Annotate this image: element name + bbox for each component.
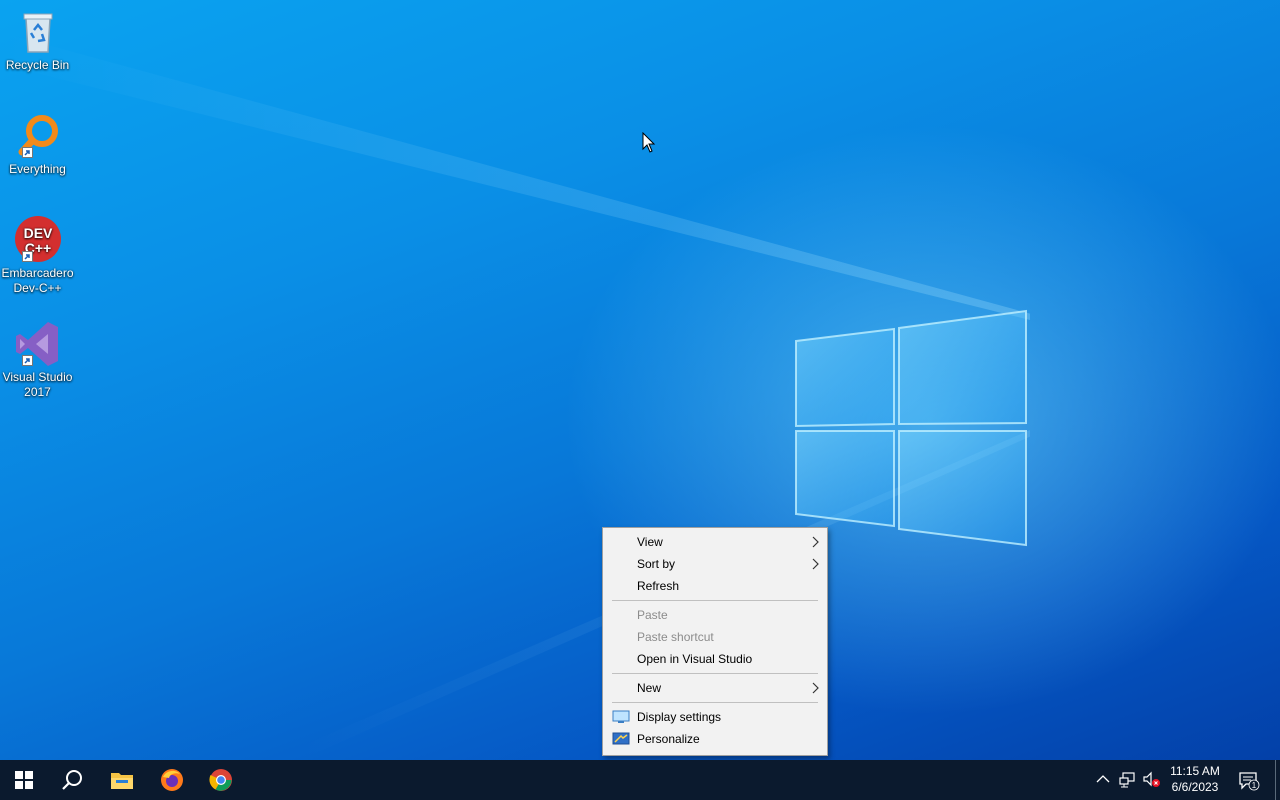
desktop-icon-label: 2017 — [24, 385, 51, 399]
start-button[interactable] — [0, 760, 48, 800]
taskbar-clock[interactable]: 11:15 AM 6/6/2023 — [1166, 763, 1224, 795]
menu-item-display-settings[interactable]: Display settings — [603, 706, 827, 728]
visual-studio-icon — [14, 320, 62, 368]
everything-search-icon — [14, 112, 62, 160]
menu-item-refresh[interactable]: Refresh — [603, 575, 827, 597]
desktop-icon-label: Recycle Bin — [5, 58, 70, 72]
volume-muted-icon[interactable] — [1142, 771, 1162, 789]
desktop-icon-label: Embarcadero — [1, 266, 74, 280]
shortcut-arrow-icon — [21, 147, 33, 158]
menu-item-label: View — [637, 535, 663, 549]
chrome-button[interactable] — [197, 760, 245, 800]
menu-item-label: Refresh — [637, 579, 680, 593]
desktop-icon-label: Visual Studio — [2, 370, 73, 384]
recycle-bin-icon — [14, 8, 62, 56]
clock-date: 6/6/2023 — [1171, 780, 1219, 794]
firefox-icon — [161, 769, 183, 791]
dev-cpp-icon: DEV C++ — [14, 216, 62, 264]
search-button[interactable] — [48, 760, 96, 800]
menu-item-label: Display settings — [637, 710, 722, 724]
desktop-icon-label: Dev-C++ — [13, 281, 62, 295]
chevron-right-icon — [812, 558, 819, 570]
desktop-icon-visual-studio[interactable]: Visual Studio 2017 — [0, 320, 75, 400]
menu-item-label: Personalize — [637, 732, 700, 746]
show-desktop-button[interactable] — [1275, 760, 1280, 800]
menu-item-paste-shortcut[interactable]: Paste shortcut — [603, 626, 827, 648]
light-beam — [0, 32, 1030, 320]
taskbar: 11:15 AM 6/6/2023 1 — [0, 760, 1280, 800]
file-explorer-icon — [111, 773, 133, 789]
menu-item-paste[interactable]: Paste — [603, 604, 827, 626]
desktop-icon-recycle-bin[interactable]: Recycle Bin — [0, 8, 75, 73]
desktop-context-menu: View Sort by Refresh Paste Paste shortcu… — [602, 527, 828, 756]
start-icon — [15, 771, 33, 789]
menu-item-view[interactable]: View — [603, 531, 827, 553]
menu-item-open-in-visual-studio[interactable]: Open in Visual Studio — [603, 648, 827, 670]
menu-item-label: Paste — [637, 608, 668, 622]
chevron-up-icon[interactable] — [1096, 774, 1110, 784]
chrome-icon — [209, 769, 232, 791]
notification-count: 1 — [1252, 781, 1257, 790]
display-settings-icon — [612, 710, 630, 723]
menu-item-new[interactable]: New — [603, 677, 827, 699]
network-icon[interactable] — [1118, 771, 1136, 789]
dev-cpp-icon-text: DEV — [23, 225, 52, 241]
menu-separator — [612, 600, 818, 601]
menu-item-label: Paste shortcut — [637, 630, 714, 644]
menu-item-label: Sort by — [637, 557, 676, 571]
notifications-icon[interactable]: 1 — [1238, 771, 1260, 791]
menu-item-label: New — [637, 681, 662, 695]
shortcut-arrow-icon — [21, 251, 33, 262]
chevron-right-icon — [812, 682, 819, 694]
mouse-cursor-icon — [642, 132, 656, 153]
menu-item-personalize[interactable]: Personalize — [603, 728, 827, 750]
desktop-icon-everything[interactable]: Everything — [0, 112, 75, 177]
clock-time: 11:15 AM — [1170, 764, 1220, 778]
menu-item-sort-by[interactable]: Sort by — [603, 553, 827, 575]
chevron-right-icon — [812, 536, 819, 548]
desktop-icon-label: Everything — [9, 162, 66, 176]
desktop-wallpaper[interactable]: Recycle Bin Everything DEV C++ Embarcade… — [0, 0, 1280, 760]
menu-separator — [612, 702, 818, 703]
shortcut-arrow-icon — [21, 355, 33, 366]
menu-item-label: Open in Visual Studio — [637, 652, 753, 666]
search-icon — [62, 770, 82, 790]
firefox-button[interactable] — [148, 760, 196, 800]
desktop-icon-dev-cpp[interactable]: DEV C++ Embarcadero Dev-C++ — [0, 216, 75, 296]
personalize-icon — [612, 732, 630, 745]
menu-separator — [612, 673, 818, 674]
file-explorer-button[interactable] — [98, 760, 146, 800]
